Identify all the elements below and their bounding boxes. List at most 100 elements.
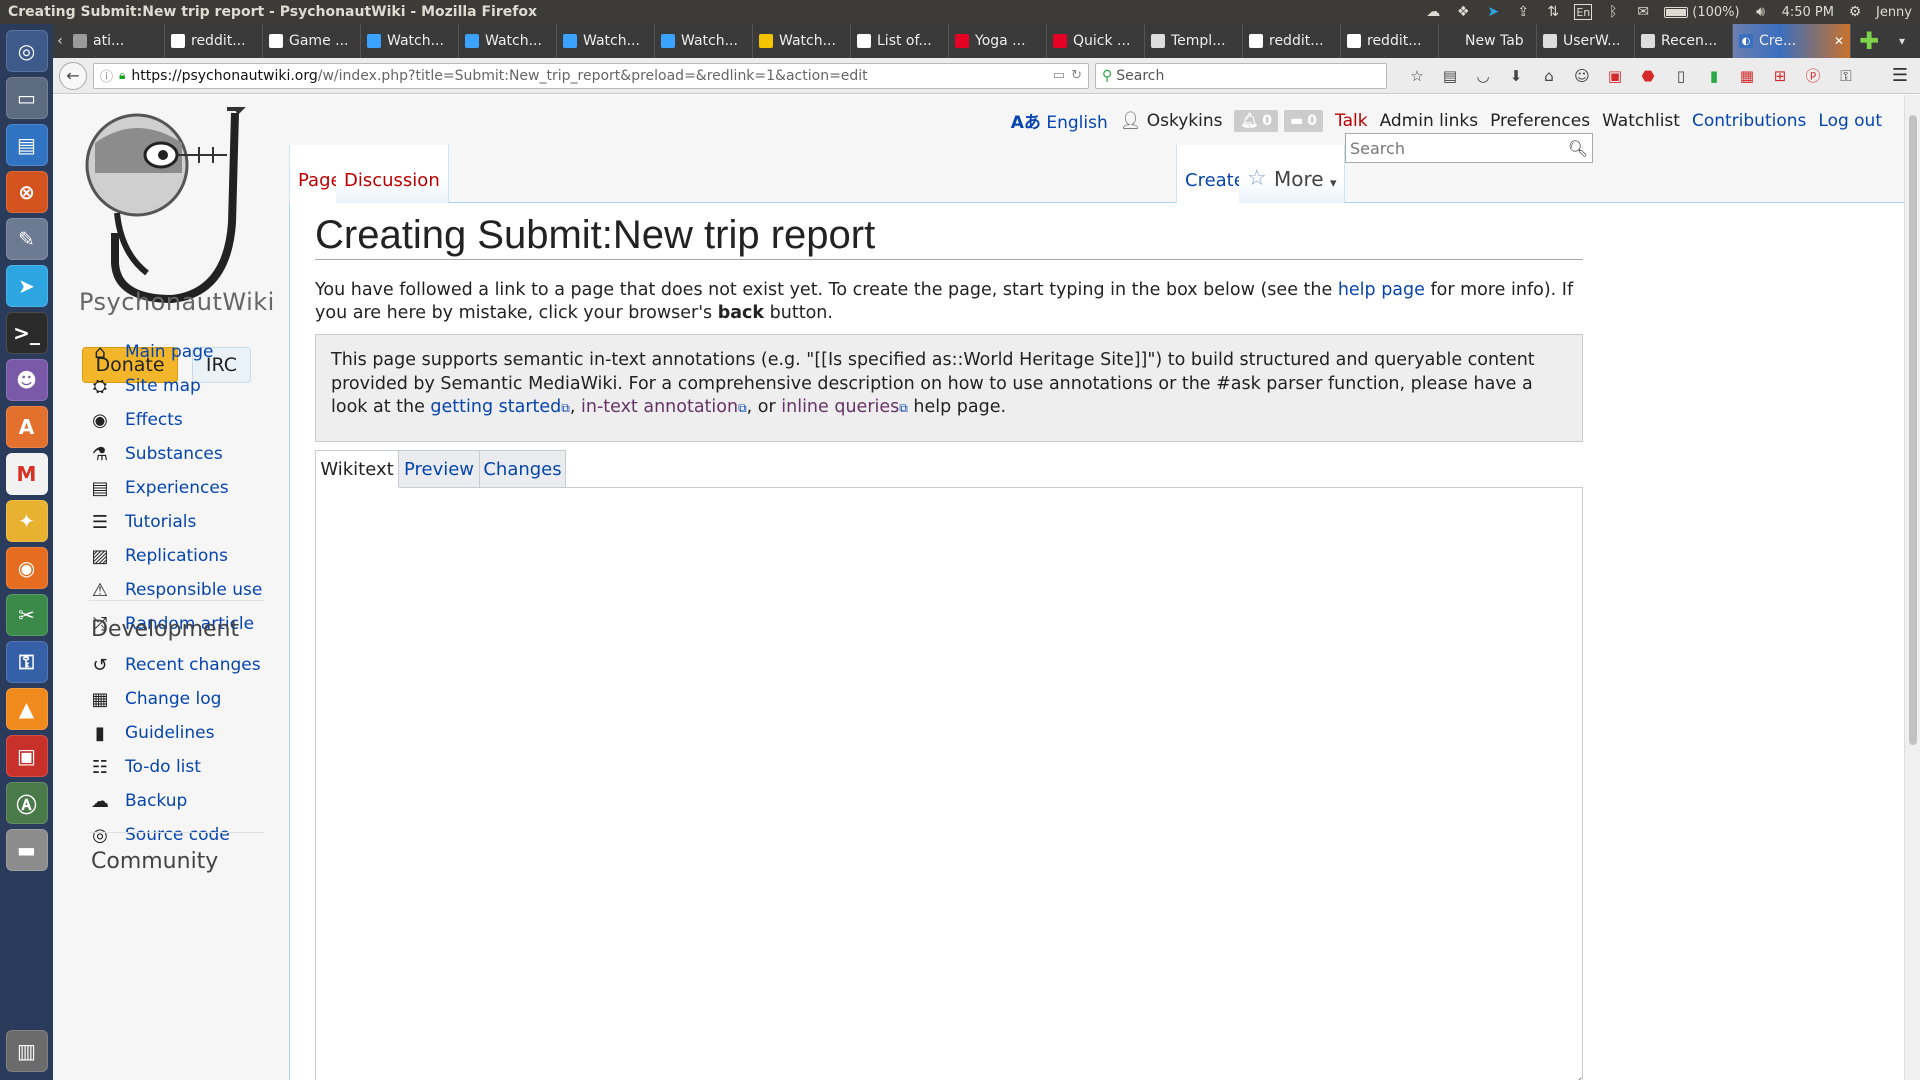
- new-tab-icon[interactable]: ✚: [1851, 24, 1887, 58]
- bluetooth-icon[interactable]: ᛒ: [1604, 4, 1622, 20]
- sidebar-item-guidelines[interactable]: ▮ Guidelines: [89, 716, 289, 750]
- sidebar-item-tutorials[interactable]: ☰ Tutorials: [89, 505, 289, 539]
- browser-tab[interactable]: New Tab: [1439, 24, 1537, 58]
- files-icon[interactable]: ▭: [5, 77, 48, 119]
- help-page-link[interactable]: help page: [1338, 280, 1425, 300]
- gmail-icon[interactable]: M: [5, 453, 48, 495]
- wiki-search-input[interactable]: Search 🔍︎: [1345, 133, 1593, 163]
- browser-tab[interactable]: UserW...: [1537, 24, 1635, 58]
- extension-badge-icon[interactable]: ▣: [1605, 66, 1625, 86]
- trash-icon[interactable]: ▥: [5, 1030, 48, 1072]
- inline-queries-link[interactable]: inline queries: [781, 397, 899, 417]
- sidebar-item-to-do-list[interactable]: ☷ To-do list: [89, 750, 289, 784]
- cloud-sync-icon[interactable]: ☁: [1424, 4, 1442, 20]
- battery-indicator[interactable]: (100%): [1664, 5, 1740, 20]
- browser-tab[interactable]: reddit...: [1243, 24, 1341, 58]
- sidebar-item-responsible-use[interactable]: ⚠ Responsible use: [89, 573, 289, 607]
- upload-icon[interactable]: ⇪: [1514, 4, 1532, 20]
- browser-tab[interactable]: Watch...: [557, 24, 655, 58]
- back-arrow-icon[interactable]: ←: [59, 61, 87, 90]
- browser-tab[interactable]: Watch...: [361, 24, 459, 58]
- settings-tool-icon[interactable]: ✎: [5, 218, 48, 260]
- browser-tab[interactable]: Yoga ...: [949, 24, 1047, 58]
- logout-link[interactable]: Log out: [1818, 111, 1882, 131]
- extension-red-icon[interactable]: ▦: [1737, 66, 1757, 86]
- sidebar-item-change-log[interactable]: ▦ Change log: [89, 682, 289, 716]
- download-icon[interactable]: ⬇: [1506, 66, 1526, 86]
- alerts-badge[interactable]: 🔔︎ 0: [1234, 109, 1279, 132]
- extension-l-icon[interactable]: ⊞: [1770, 66, 1790, 86]
- keyboard-layout-indicator[interactable]: En: [1574, 4, 1593, 20]
- browser-tab[interactable]: Watch...: [753, 24, 851, 58]
- more-menu[interactable]: More ▾: [1266, 145, 1346, 203]
- sidebar-item-recent-changes[interactable]: ↺ Recent changes: [89, 648, 289, 682]
- mail-icon[interactable]: ✉: [1634, 4, 1652, 20]
- watchlist-link[interactable]: Watchlist: [1602, 111, 1680, 131]
- update-icon[interactable]: Ⓐ: [5, 782, 48, 824]
- url-bar[interactable]: ⓘ 🔒︎ https://psychonautwiki.org/w/index.…: [93, 62, 1089, 89]
- browser-tab[interactable]: Recen...: [1635, 24, 1733, 58]
- browser-search-bar[interactable]: ⚲ Search: [1095, 62, 1387, 89]
- wikitext-editor[interactable]: [315, 487, 1583, 1080]
- browser-tab[interactable]: reddit...: [1341, 24, 1439, 58]
- tab-list-dropdown-icon[interactable]: ▾: [1887, 24, 1917, 58]
- app-orange-icon[interactable]: ⊗: [5, 171, 48, 213]
- browser-tab[interactable]: Templ...: [1145, 24, 1243, 58]
- pidgin-icon[interactable]: ☻: [5, 359, 48, 401]
- notices-badge[interactable]: ▬ 0: [1284, 109, 1323, 132]
- preferences-link[interactable]: Preferences: [1490, 111, 1590, 131]
- smiley-icon[interactable]: ☺: [1572, 66, 1592, 86]
- search-engine-icon[interactable]: ⚲: [1102, 68, 1112, 84]
- gear-icon[interactable]: ⚙: [1846, 4, 1864, 20]
- pocket-icon[interactable]: ◡: [1473, 66, 1493, 86]
- extension-lock-icon[interactable]: ⚿: [1836, 66, 1856, 86]
- tab-changes[interactable]: Changes: [479, 450, 566, 488]
- network-icon[interactable]: ⇅: [1544, 4, 1562, 20]
- vpn-lock-icon[interactable]: ⚿: [5, 641, 48, 683]
- extension-1-icon[interactable]: ▯: [1671, 66, 1691, 86]
- extension-green-icon[interactable]: ▮: [1704, 66, 1724, 86]
- writer-icon[interactable]: ▤: [5, 124, 48, 166]
- language-selector[interactable]: Aあ English: [1011, 108, 1108, 133]
- browser-tab[interactable]: ati...: [67, 24, 165, 58]
- browser-tab[interactable]: List of...: [851, 24, 949, 58]
- bookmark-star-icon[interactable]: ☆: [1407, 66, 1427, 86]
- adblock-icon[interactable]: ⬣: [1638, 66, 1658, 86]
- clock[interactable]: 4:50 PM: [1782, 5, 1834, 20]
- sidebar-item-backup[interactable]: ☁ Backup: [89, 784, 289, 818]
- pinterest-icon[interactable]: ⓟ: [1803, 66, 1823, 86]
- browser-tab[interactable]: Quick ...: [1047, 24, 1145, 58]
- menu-hamburger-icon[interactable]: ☰: [1886, 65, 1914, 86]
- admin-links-link[interactable]: Admin links: [1380, 111, 1479, 131]
- scroll-tabs-left-icon[interactable]: ‹: [53, 24, 67, 58]
- keyring-icon[interactable]: ✦: [5, 500, 48, 542]
- calendar-app-icon[interactable]: ▣: [5, 735, 48, 777]
- reader-view-icon[interactable]: ▭: [1053, 68, 1065, 83]
- session-user[interactable]: Jenny: [1876, 5, 1912, 20]
- sidebar-item-replications[interactable]: ▨ Replications: [89, 539, 289, 573]
- language-link[interactable]: English: [1046, 113, 1107, 133]
- telegram-icon[interactable]: ➤: [1484, 4, 1502, 20]
- software-center-icon[interactable]: A: [5, 406, 48, 448]
- search-icon[interactable]: 🔍︎: [1568, 139, 1588, 158]
- tab-active[interactable]: ◐ Cre... ✕: [1733, 24, 1851, 58]
- info-icon[interactable]: ⓘ: [100, 66, 113, 85]
- sidebar-item-site-map[interactable]: ⛭ Site map: [89, 369, 289, 403]
- browser-tab[interactable]: Watch...: [459, 24, 557, 58]
- browser-tab[interactable]: reddit...: [165, 24, 263, 58]
- tab-close-icon[interactable]: ✕: [1834, 34, 1844, 48]
- talk-link[interactable]: Talk: [1335, 111, 1368, 131]
- sidebar-item-main-page[interactable]: ⌂ Main page: [89, 335, 289, 369]
- sidebar-item-substances[interactable]: ⚗ Substances: [89, 437, 289, 471]
- telegram-launcher-icon[interactable]: ➤: [5, 265, 48, 307]
- browser-tab[interactable]: Watch...: [655, 24, 753, 58]
- browser-tab[interactable]: Game ...: [263, 24, 361, 58]
- bookmarks-library-icon[interactable]: ▤: [1440, 66, 1460, 86]
- logo-wordmark[interactable]: PsychonautWiki: [79, 288, 275, 316]
- scrollbar-thumb[interactable]: [1909, 115, 1917, 745]
- drive-icon[interactable]: ▬: [5, 829, 48, 871]
- tools-icon[interactable]: ✂: [5, 594, 48, 636]
- volume-icon[interactable]: 🔊︎: [1752, 4, 1770, 20]
- tab-wikitext[interactable]: Wikitext: [315, 450, 399, 488]
- page-scrollbar[interactable]: [1904, 95, 1920, 1080]
